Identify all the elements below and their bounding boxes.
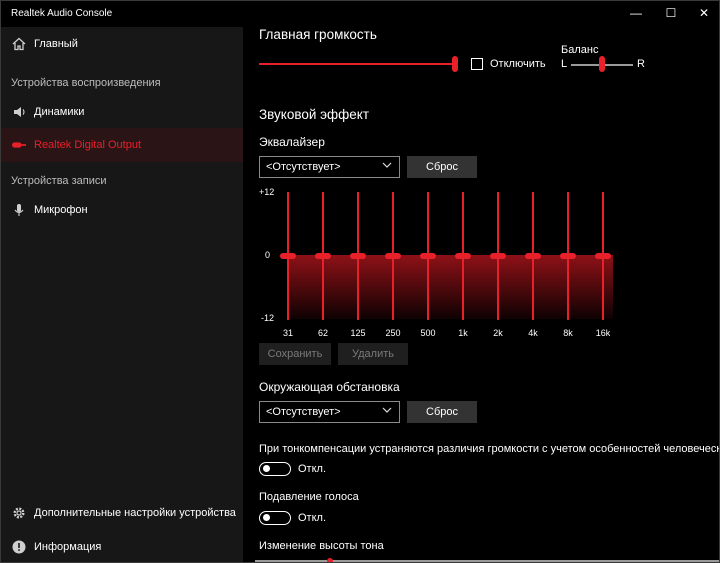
eq-band-250[interactable] bbox=[385, 192, 401, 320]
equalizer: +12 0 -12 31 62 125 250 500 1k 2k 4k 8k 16k bbox=[243, 182, 719, 352]
toggle-knob bbox=[263, 465, 270, 472]
eq-scale-top: +12 bbox=[259, 187, 275, 197]
pitch-slider[interactable] bbox=[255, 560, 719, 562]
eq-scale-mid: 0 bbox=[265, 250, 271, 260]
loudness-toggle-label: Откл. bbox=[298, 463, 327, 475]
eq-band-thumb[interactable] bbox=[490, 253, 506, 259]
eq-freq-label: 31 bbox=[282, 328, 293, 338]
save-button[interactable]: Сохранить bbox=[259, 343, 331, 365]
eq-band-125[interactable] bbox=[350, 192, 366, 320]
master-volume-thumb[interactable] bbox=[452, 56, 458, 72]
eq-band-2k[interactable] bbox=[490, 192, 506, 320]
eq-band-thumb[interactable] bbox=[525, 253, 541, 259]
eq-band-thumb[interactable] bbox=[350, 253, 366, 259]
eq-freq-label: 4k bbox=[528, 328, 538, 338]
delete-button[interactable]: Удалить bbox=[338, 343, 408, 365]
loudness-description: При тонкомпенсации устраняются различия … bbox=[259, 443, 719, 455]
loudness-toggle[interactable] bbox=[259, 462, 291, 476]
balance-left-label: L bbox=[561, 58, 568, 70]
eq-freq-label: 16k bbox=[595, 328, 611, 338]
eq-band-thumb[interactable] bbox=[455, 253, 471, 259]
environment-preset-value: <Отсутствует> bbox=[266, 406, 341, 418]
sidebar-item-label: Главный bbox=[34, 38, 78, 50]
eq-freq-label: 500 bbox=[420, 328, 436, 338]
balance-right-label: R bbox=[637, 58, 645, 70]
sidebar-item-home[interactable]: Главный bbox=[1, 27, 243, 61]
eq-band-thumb[interactable] bbox=[420, 253, 436, 259]
sidebar-item-label: Динамики bbox=[34, 106, 85, 118]
sidebar-item-speakers[interactable]: Динамики bbox=[1, 95, 243, 129]
pitch-thumb[interactable] bbox=[327, 558, 333, 562]
balance-thumb[interactable] bbox=[599, 56, 605, 72]
environment-reset-button[interactable]: Сброс bbox=[407, 401, 477, 423]
speaker-icon bbox=[12, 105, 26, 119]
home-icon bbox=[12, 37, 26, 51]
equalizer-preset-select[interactable]: <Отсутствует> bbox=[259, 156, 400, 178]
eq-band-1k[interactable] bbox=[455, 192, 471, 320]
master-volume-title: Главная громкость bbox=[259, 27, 377, 42]
info-icon bbox=[12, 540, 26, 554]
playback-devices-header: Устройства воспроизведения bbox=[11, 77, 161, 89]
eq-band-8k[interactable] bbox=[560, 192, 576, 320]
eq-band-thumb[interactable] bbox=[385, 253, 401, 259]
recording-devices-header: Устройства записи bbox=[11, 175, 107, 187]
environment-title: Окружающая обстановка bbox=[259, 380, 400, 394]
master-volume-slider[interactable] bbox=[259, 63, 455, 65]
pitch-title: Изменение высоты тона bbox=[259, 540, 384, 552]
eq-freq-label: 62 bbox=[317, 328, 328, 338]
sidebar-item-microphone[interactable]: Микрофон bbox=[1, 193, 243, 227]
eq-freq-label: 8k bbox=[563, 328, 573, 338]
eq-band-31[interactable] bbox=[280, 192, 296, 320]
eq-band-4k[interactable] bbox=[525, 192, 541, 320]
sidebar-item-label: Realtek Digital Output bbox=[34, 139, 141, 151]
voice-suppression-title: Подавление голоса bbox=[259, 491, 359, 503]
microphone-icon bbox=[12, 203, 26, 217]
equalizer-reset-button[interactable]: Сброс bbox=[407, 156, 477, 178]
minimize-button[interactable]: — bbox=[619, 1, 653, 25]
gear-icon bbox=[12, 506, 26, 520]
close-button[interactable]: ✕ bbox=[687, 1, 719, 25]
eq-band-16k[interactable] bbox=[595, 192, 611, 320]
equalizer-preset-value: <Отсутствует> bbox=[266, 161, 341, 173]
title-bar: Realtek Audio Console — ☐ ✕ bbox=[1, 1, 719, 27]
sidebar-item-label: Микрофон bbox=[34, 204, 88, 216]
voice-suppression-toggle[interactable] bbox=[259, 511, 291, 525]
eq-band-62[interactable] bbox=[315, 192, 331, 320]
equalizer-title: Эквалайзер bbox=[259, 135, 325, 149]
eq-band-thumb[interactable] bbox=[560, 253, 576, 259]
maximize-button[interactable]: ☐ bbox=[654, 1, 688, 25]
eq-fill-area bbox=[287, 255, 613, 319]
eq-band-thumb[interactable] bbox=[595, 253, 611, 259]
balance-label: Баланс bbox=[561, 44, 599, 56]
eq-freq-label: 125 bbox=[350, 328, 366, 338]
sidebar-item-advanced-settings[interactable]: Дополнительные настройки устройства bbox=[1, 496, 243, 530]
eq-scale-bottom: -12 bbox=[261, 313, 275, 323]
mute-label: Отключить bbox=[490, 58, 546, 70]
toggle-knob bbox=[263, 514, 270, 521]
window-title: Realtek Audio Console bbox=[11, 8, 113, 19]
eq-freq-label: 250 bbox=[385, 328, 401, 338]
environment-preset-select[interactable]: <Отсутствует> bbox=[259, 401, 400, 423]
sidebar-item-digital-output[interactable]: Realtek Digital Output bbox=[1, 128, 243, 162]
eq-band-500[interactable] bbox=[420, 192, 436, 320]
eq-band-thumb[interactable] bbox=[315, 253, 331, 259]
eq-band-thumb[interactable] bbox=[280, 253, 296, 259]
eq-freq-label: 2k bbox=[493, 328, 503, 338]
chevron-down-icon bbox=[382, 160, 392, 173]
chevron-down-icon bbox=[382, 405, 392, 418]
sidebar: Главный Устройства воспроизведения Динам… bbox=[1, 27, 243, 562]
app-window: Realtek Audio Console — ☐ ✕ Главный Устр… bbox=[0, 0, 720, 563]
sidebar-item-label: Дополнительные настройки устройства bbox=[34, 507, 236, 519]
main-panel: Главная громкость Отключить Баланс L R З… bbox=[243, 27, 719, 562]
voice-suppression-toggle-label: Откл. bbox=[298, 512, 327, 524]
digital-output-icon bbox=[12, 138, 26, 152]
eq-freq-label: 1k bbox=[458, 328, 468, 338]
sidebar-item-info[interactable]: Информация bbox=[1, 530, 243, 562]
mute-checkbox[interactable] bbox=[471, 58, 483, 70]
sound-effect-title: Звуковой эффект bbox=[259, 107, 370, 122]
sidebar-item-label: Информация bbox=[34, 541, 102, 553]
